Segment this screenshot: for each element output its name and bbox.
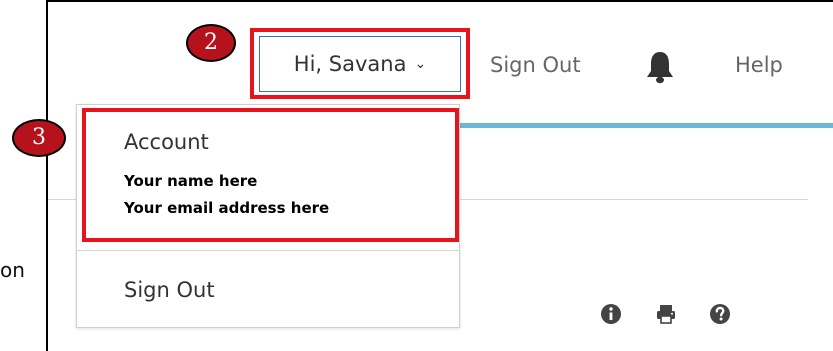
highlight-box-3	[82, 108, 459, 242]
dropdown-sign-out-item[interactable]: Sign Out	[124, 278, 215, 302]
print-icon[interactable]	[655, 303, 677, 325]
help-link[interactable]: Help	[735, 53, 783, 77]
cutoff-text: on	[0, 258, 25, 282]
bell-icon[interactable]	[645, 50, 675, 84]
header-sign-out-link[interactable]: Sign Out	[490, 53, 581, 77]
question-icon[interactable]	[709, 303, 731, 325]
highlight-box-2	[250, 28, 470, 99]
step-badge-3: 3	[12, 119, 66, 157]
step-badge-2: 2	[186, 24, 236, 62]
accent-bar	[460, 123, 833, 128]
dropdown-divider	[77, 250, 459, 251]
info-icon[interactable]	[600, 303, 622, 325]
